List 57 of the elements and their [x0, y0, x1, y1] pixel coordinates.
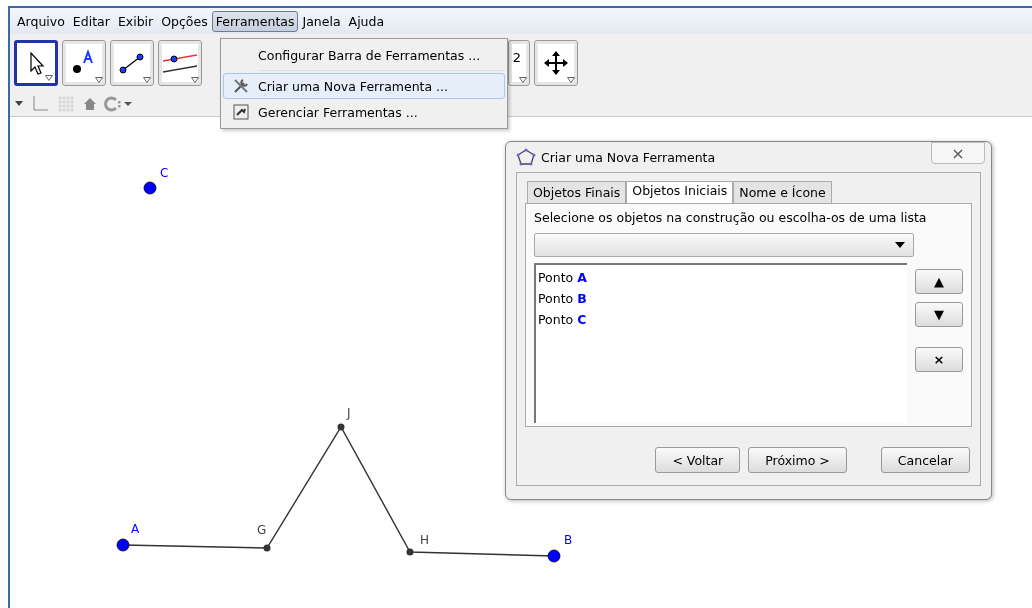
point[interactable] — [116, 538, 130, 552]
next-button[interactable]: Próximo > — [748, 447, 847, 473]
point-label: A — [131, 522, 140, 536]
dropdown-triangle-icon — [95, 77, 103, 83]
list-item[interactable]: Ponto A — [538, 267, 905, 288]
dropdown-triangle-icon — [519, 77, 527, 83]
menu-item[interactable]: Arquivo — [13, 10, 69, 32]
menu-item[interactable]: Janela — [298, 10, 345, 32]
home-icon[interactable] — [82, 96, 98, 112]
point[interactable] — [143, 181, 157, 195]
move-up-button[interactable]: ▲ — [915, 269, 963, 294]
collapse-triangle-icon[interactable] — [14, 100, 24, 108]
tool-button[interactable]: 2 — [508, 40, 530, 86]
remove-button[interactable]: × — [915, 347, 963, 372]
menu-item[interactable]: Exibir — [113, 10, 158, 32]
list-item[interactable]: Ponto C — [538, 309, 905, 330]
dropdown-triangle-icon — [567, 77, 575, 83]
tab[interactable]: Objetos Iniciais — [626, 181, 734, 203]
wrench-screwdriver-icon — [232, 77, 250, 95]
menu-item[interactable]: Ferramentas — [211, 10, 299, 32]
tool-button[interactable] — [158, 40, 202, 86]
tool-button[interactable] — [110, 40, 154, 86]
dropdown-triangle-icon — [191, 77, 199, 83]
point[interactable] — [263, 544, 271, 552]
list-item[interactable]: Ponto B — [538, 288, 905, 309]
menu-item[interactable]: Opções — [157, 10, 212, 32]
slider-tool-label: 2 — [512, 49, 522, 65]
cancel-button[interactable]: Cancelar — [880, 447, 970, 473]
tab[interactable]: Objetos Finais — [527, 181, 627, 203]
tool-window-icon — [233, 104, 249, 120]
point[interactable] — [406, 548, 414, 556]
menu-item[interactable]: Configurar Barra de Ferramentas ... — [223, 42, 505, 68]
menu-item[interactable]: Gerenciar Ferramentas ... — [223, 99, 505, 125]
menu-item[interactable]: Ajuda — [344, 10, 389, 32]
dropdown-triangle-icon — [143, 77, 151, 83]
caret-icon — [895, 242, 905, 248]
tool-button[interactable] — [62, 40, 106, 86]
dropdown-triangle-icon — [45, 75, 53, 81]
tool-button[interactable] — [534, 40, 578, 86]
menu-item[interactable]: Editar — [68, 10, 114, 32]
point[interactable] — [337, 423, 345, 431]
tab[interactable]: Nome e Ícone — [733, 181, 832, 203]
point-label: G — [257, 523, 267, 537]
close-button[interactable]: × — [931, 142, 985, 164]
back-button[interactable]: < Voltar — [655, 447, 741, 473]
instruction-text: Selecione os objetos na construção ou escolha-os de uma lista — [534, 210, 928, 225]
point[interactable] — [547, 549, 561, 563]
point-label: C — [160, 166, 169, 180]
point-label: H — [420, 533, 430, 547]
menu-item[interactable]: Criar uma Nova Ferramenta ... — [223, 73, 505, 99]
tool-button[interactable] — [14, 40, 58, 86]
pentagon-icon — [516, 148, 536, 166]
move-down-button[interactable]: ▼ — [915, 302, 963, 327]
dialog-title: Criar uma Nova Ferramenta — [541, 149, 716, 165]
point-label: B — [564, 533, 573, 547]
point-label: J — [347, 406, 351, 420]
point-capture-icon[interactable] — [104, 96, 134, 112]
